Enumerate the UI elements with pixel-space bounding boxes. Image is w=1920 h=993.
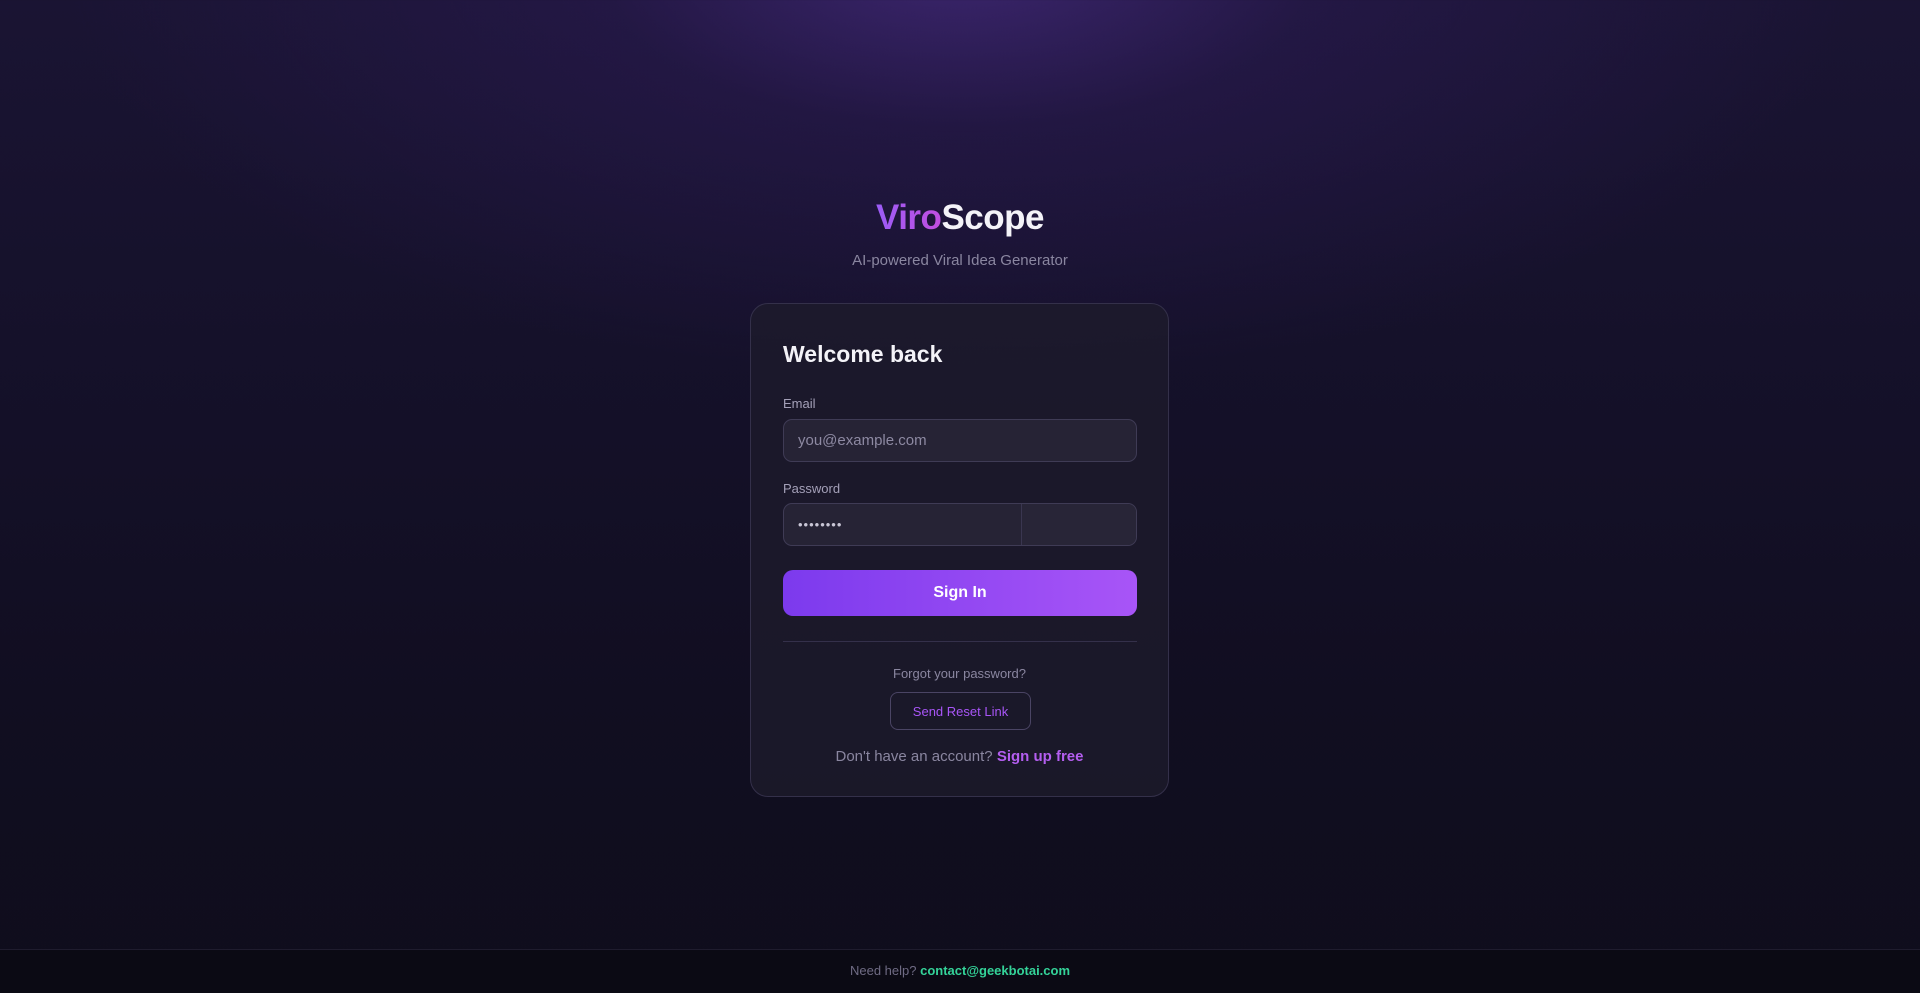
footer: Need help? contact@geekbotai.com bbox=[0, 949, 1920, 993]
password-visibility-toggle[interactable] bbox=[1022, 504, 1136, 545]
brand-name-part1: Viro bbox=[876, 198, 942, 237]
footer-help-text: Need help? bbox=[849, 963, 917, 978]
password-input[interactable]: •••••••• bbox=[784, 504, 1022, 545]
signup-prompt: Don't have an account? bbox=[835, 748, 993, 765]
email-input[interactable] bbox=[783, 419, 1137, 462]
sign-in-button[interactable]: Sign In bbox=[783, 570, 1137, 616]
email-label: Email bbox=[783, 396, 816, 411]
footer-contact-email[interactable]: contact@geekbotai.com bbox=[920, 963, 1070, 978]
forgot-password-text: Forgot your password? bbox=[893, 666, 1026, 681]
brand-logo: ViroScope bbox=[0, 196, 1920, 240]
login-card: Welcome back Email Password •••••••• Sig… bbox=[750, 303, 1169, 797]
signup-row: Don't have an account? Sign up free bbox=[751, 747, 1168, 767]
sign-up-link[interactable]: Sign up free bbox=[997, 748, 1084, 765]
password-label: Password bbox=[783, 481, 841, 496]
brand-name-part2: Scope bbox=[941, 198, 1044, 237]
send-reset-link-button[interactable]: Send Reset Link bbox=[890, 692, 1031, 730]
login-title: Welcome back bbox=[783, 341, 943, 367]
divider bbox=[783, 641, 1137, 642]
password-field[interactable]: •••••••• bbox=[783, 503, 1137, 546]
brand-tagline: AI-powered Viral Idea Generator bbox=[852, 252, 1068, 269]
